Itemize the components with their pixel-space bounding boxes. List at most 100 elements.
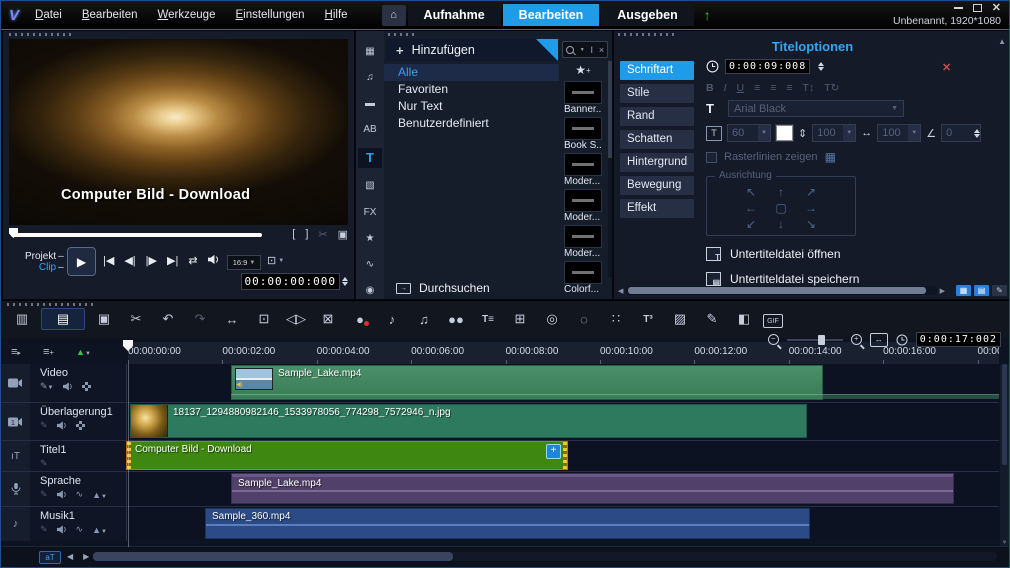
italic-icon[interactable]: I <box>724 82 727 94</box>
align-right-icon[interactable]: ≡ <box>786 82 792 94</box>
track-transparency-icon[interactable] <box>81 382 91 391</box>
microphone-icon[interactable] <box>1 472 31 506</box>
zoom-out-icon[interactable]: − <box>767 334 779 345</box>
align-top-right-button[interactable]: ↗ <box>796 184 826 200</box>
motion-tracking-button[interactable]: ◎ <box>539 308 565 330</box>
painting-creator-button[interactable]: ✎ <box>699 308 725 330</box>
storyboard-view-button[interactable]: ▥ <box>9 308 35 330</box>
play-button[interactable]: ▶ <box>67 247 96 276</box>
track-name[interactable]: Musik1 <box>40 510 126 522</box>
color-grading-button[interactable]: ● <box>347 308 373 330</box>
library-category-item[interactable]: Benutzerdefiniert <box>384 115 559 132</box>
preview-size-select[interactable]: ⊡ ▼ <box>267 254 284 267</box>
multi-layer-button[interactable]: ▨ <box>667 308 693 330</box>
track-manager-icon[interactable]: ≡▸ <box>11 346 21 358</box>
title-options-tab[interactable]: Bewegung <box>620 176 694 195</box>
music-note-icon[interactable]: ♪ <box>1 507 31 541</box>
redo-button[interactable]: ↷ <box>187 308 213 330</box>
library-item[interactable]: Book S... <box>564 117 602 151</box>
transition-icon[interactable]: AB <box>358 121 382 138</box>
track-name[interactable]: Video <box>40 367 126 379</box>
library-item[interactable]: Moder... <box>564 153 602 187</box>
grid-icon[interactable]: ▦ <box>825 150 836 164</box>
enlarge-preview-icon[interactable]: ▣ <box>338 228 348 241</box>
toolbar-drag-handle[interactable] <box>7 303 97 306</box>
library-category-item[interactable]: Nur Text <box>384 98 559 115</box>
save-subtitle-row[interactable]: Untertiteldatei speichern <box>706 272 1003 287</box>
media-icon[interactable]: ▦ <box>358 43 382 60</box>
align-bottom-right-button[interactable]: ↘ <box>796 216 826 232</box>
menu-item[interactable]: Datei <box>35 9 62 21</box>
filter-icon[interactable]: FX <box>358 204 382 221</box>
open-subtitle-label[interactable]: Untertiteldatei öffnen <box>730 247 841 261</box>
rotation-angle-field[interactable]: 0 <box>941 124 982 142</box>
repeat-button[interactable]: ⇄ <box>188 254 197 267</box>
browse-row[interactable]: → Durchsuchen <box>384 279 490 297</box>
music-clip[interactable]: Sample_360.mp4 <box>205 508 810 539</box>
video-track-content[interactable]: ◀) Sample_Lake.mp4 <box>127 364 999 402</box>
fit-project-button[interactable]: ⊡ <box>251 308 277 330</box>
speed-icon[interactable]: ◉ <box>358 282 382 299</box>
track-filter-icon[interactable]: ▲▼ <box>76 346 91 358</box>
library-item-thumbnail[interactable] <box>564 81 602 104</box>
ar-sticker-button[interactable]: ∷ <box>603 308 629 330</box>
timecode-spinner[interactable] <box>342 277 348 286</box>
gif-creator-button[interactable]: GIF <box>763 314 783 328</box>
fit-timeline-icon[interactable]: ↔ <box>869 332 888 347</box>
scroll-right-icon[interactable]: ▶ <box>940 287 945 295</box>
gridlines-checkbox[interactable] <box>706 151 717 163</box>
project-mode-label[interactable]: Projekt <box>25 251 64 262</box>
preview-timecode[interactable]: 00:00:00:000 <box>240 273 340 290</box>
title-track-icon[interactable]: ıT <box>1 441 31 471</box>
library-item[interactable]: Colorf... <box>564 261 602 295</box>
instant-project-icon[interactable]: ▬ <box>358 95 382 112</box>
sound-mixer-button[interactable]: ♪ <box>379 308 405 330</box>
motion-path-icon[interactable]: ∿ <box>358 256 382 273</box>
track-name[interactable]: Sprache <box>40 475 126 487</box>
mask-creator-button[interactable]: ◌ <box>571 308 597 330</box>
timeline-view-button[interactable]: ▤ <box>41 308 85 330</box>
clip-mode-label[interactable]: Clip <box>25 262 64 273</box>
title-options-tab[interactable]: Rand <box>620 107 694 126</box>
hscroll-thumb[interactable] <box>628 287 927 294</box>
library-item-thumbnail[interactable] <box>564 117 602 140</box>
line-spacing-select[interactable]: 100 ▼ <box>812 124 857 142</box>
overlay-clip[interactable]: 18137_1294880982146_1533978056_774298_75… <box>130 404 807 438</box>
zoom-slider[interactable] <box>786 334 843 345</box>
align-right-button[interactable]: → <box>796 200 826 216</box>
zoom-in-icon[interactable]: + <box>850 334 862 345</box>
delete-icon[interactable]: ✕ <box>942 61 951 74</box>
library-item[interactable]: Moder... <box>564 189 602 223</box>
search-dropdown-icon[interactable]: ▼ <box>580 47 585 53</box>
scroll-right-icon[interactable]: ▶ <box>83 552 89 561</box>
trim-handle-right[interactable] <box>563 442 567 469</box>
home-icon[interactable]: ⌂ <box>381 4 406 26</box>
overlay-track-content[interactable]: 18137_1294880982146_1533978056_774298_75… <box>127 403 999 440</box>
library-item-thumbnail[interactable] <box>564 261 602 284</box>
undo-button[interactable]: ↶ <box>155 308 181 330</box>
overlay-icon[interactable]: ▧ <box>358 177 382 194</box>
edit-layout-icon[interactable]: ✎ <box>992 285 1007 296</box>
align-bottom-left-button[interactable]: ↙ <box>736 216 766 232</box>
track-transparency-icon[interactable] <box>75 421 85 430</box>
ripple-edit-icon[interactable]: ✎▼ <box>40 381 54 392</box>
align-top-button[interactable]: ↑ <box>766 184 796 200</box>
menu-item[interactable]: Werkzeuge <box>158 9 216 21</box>
vertical-text-icon[interactable]: T↕ <box>803 82 815 94</box>
timeline-timecode[interactable]: 0:00:17:002 <box>915 332 1001 347</box>
char-spacing-select[interactable]: 100 ▼ <box>877 124 922 142</box>
duration-spinner[interactable] <box>818 62 825 71</box>
add-track-icon[interactable]: ≡+ <box>43 346 54 358</box>
speech-to-text-button[interactable]: ●● <box>443 308 469 330</box>
workspace-tab[interactable]: Ausgeben <box>601 4 694 26</box>
timeline-vscrollbar[interactable]: ▼ <box>1000 364 1009 547</box>
font-color-swatch[interactable] <box>775 124 794 142</box>
mark-out-icon[interactable]: ] <box>305 228 308 241</box>
align-center-icon[interactable]: ≡ <box>770 82 776 94</box>
pin-icon[interactable] <box>536 39 558 69</box>
panel-drag-handle[interactable] <box>618 33 678 36</box>
library-item-thumbnail[interactable] <box>564 153 602 176</box>
subtitle-editor-button[interactable]: T≡ <box>475 308 501 330</box>
minimize-icon[interactable] <box>953 7 963 9</box>
layout-toggle2-icon[interactable]: ▤ <box>974 285 989 296</box>
